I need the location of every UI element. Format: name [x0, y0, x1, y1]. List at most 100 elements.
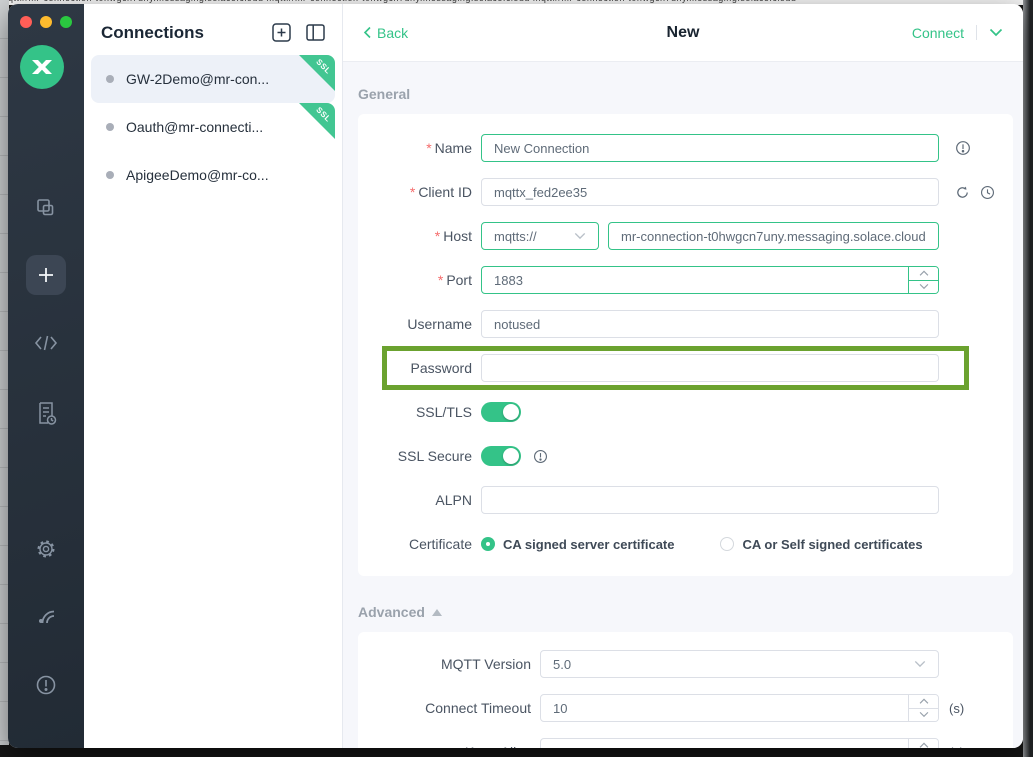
chevron-down-icon[interactable]	[989, 28, 1003, 37]
port-label: Port	[446, 272, 472, 288]
required-mark: *	[426, 140, 431, 156]
broadcast-icon[interactable]	[8, 604, 84, 628]
keep-alive-unit: (s)	[949, 745, 964, 749]
connections-icon[interactable]	[8, 196, 84, 220]
host-label: Host	[443, 228, 472, 244]
refresh-icon[interactable]	[955, 185, 970, 200]
name-row: *Name	[372, 126, 999, 170]
connect-timeout-input[interactable]	[540, 694, 939, 722]
name-label: Name	[435, 140, 472, 156]
port-input[interactable]	[481, 266, 939, 294]
collapse-panel-icon[interactable]	[305, 22, 326, 43]
radio-ca-signed[interactable]: CA signed server certificate	[481, 537, 674, 552]
chevron-up-icon	[919, 698, 929, 705]
mqttx-logo-icon	[29, 54, 55, 80]
host-input[interactable]	[608, 222, 939, 250]
connections-title: Connections	[101, 23, 271, 43]
port-increment-button[interactable]	[909, 267, 938, 280]
connect-timeout-increment-button[interactable]	[909, 695, 938, 708]
general-card: *Name *Client ID	[358, 114, 1013, 576]
client-id-label: Client ID	[418, 184, 472, 200]
radio-unselected-icon	[720, 537, 734, 551]
background-right-edge	[1023, 0, 1033, 757]
connection-item-apigeedemo[interactable]: ApigeeDemo@mr-co...	[91, 151, 335, 199]
keep-alive-row: Keep Alive	[372, 730, 999, 748]
port-decrement-button[interactable]	[909, 280, 938, 294]
main-panel: New Back Connect General	[343, 4, 1023, 748]
connection-name: Oauth@mr-connecti...	[126, 119, 263, 135]
radio-selected-icon	[481, 537, 495, 551]
port-row: *Port	[372, 258, 999, 302]
ssl-tls-toggle[interactable]	[481, 402, 521, 422]
connection-name: GW-2Demo@mr-con...	[126, 71, 269, 87]
back-button[interactable]: Back	[363, 25, 408, 41]
info-icon[interactable]	[955, 140, 971, 156]
client-id-input[interactable]	[481, 178, 939, 206]
ssl-secure-label: SSL Secure	[398, 448, 472, 464]
host-row: *Host mqtts://	[372, 214, 999, 258]
log-icon[interactable]	[8, 400, 84, 426]
alpn-row: ALPN	[372, 478, 999, 522]
chevron-down-icon	[919, 283, 929, 290]
keep-alive-label: Keep Alive	[465, 744, 531, 748]
connection-item-gw2demo[interactable]: GW-2Demo@mr-con... SSL	[91, 55, 335, 103]
form-header: New Back Connect	[343, 4, 1023, 62]
connect-timeout-row: Connect Timeout	[372, 686, 999, 730]
new-connection-button[interactable]	[26, 255, 66, 295]
history-clock-icon[interactable]	[980, 185, 995, 200]
connection-item-oauth[interactable]: Oauth@mr-connecti... SSL	[91, 103, 335, 151]
username-input[interactable]	[481, 310, 939, 338]
minimize-window-button[interactable]	[40, 16, 52, 28]
required-mark: *	[435, 228, 440, 244]
connections-panel: Connections GW-2Demo@mr-con... SSL	[84, 4, 343, 748]
radio-ca-signed-label: CA signed server certificate	[503, 537, 674, 552]
advanced-section-label[interactable]: Advanced	[358, 604, 1013, 620]
settings-gear-icon[interactable]	[8, 537, 84, 561]
username-label: Username	[407, 316, 472, 332]
radio-self-signed[interactable]: CA or Self signed certificates	[720, 537, 922, 552]
certificate-label: Certificate	[409, 536, 472, 552]
maximize-window-button[interactable]	[60, 16, 72, 28]
about-info-icon[interactable]	[8, 673, 84, 697]
traffic-lights	[20, 16, 72, 28]
close-window-button[interactable]	[20, 16, 32, 28]
general-section-label: General	[358, 86, 1013, 102]
chevron-down-icon	[914, 660, 926, 668]
connection-status-dot	[106, 171, 114, 179]
chevron-down-icon	[919, 711, 929, 718]
host-protocol-value: mqtts://	[494, 229, 574, 244]
required-mark: *	[438, 272, 443, 288]
screen: mqtt://mr-connection-t0hwgcn7uny.messagi…	[0, 0, 1033, 757]
mqtt-version-value: 5.0	[553, 657, 914, 672]
header-divider	[976, 25, 977, 40]
mqtt-version-select[interactable]: 5.0	[540, 650, 939, 678]
password-label: Password	[411, 360, 472, 376]
info-icon[interactable]	[533, 449, 548, 464]
password-input[interactable]	[481, 354, 939, 382]
chevron-down-icon	[574, 232, 586, 240]
host-protocol-select[interactable]: mqtts://	[481, 222, 599, 250]
script-icon[interactable]	[8, 332, 84, 354]
keep-alive-increment-button[interactable]	[909, 739, 938, 748]
chevron-up-icon	[919, 270, 929, 277]
username-row: Username	[372, 302, 999, 346]
connect-button[interactable]: Connect	[912, 25, 964, 41]
required-mark: *	[410, 184, 415, 200]
add-connection-icon[interactable]	[271, 22, 292, 43]
chevron-left-icon	[363, 26, 372, 39]
ssl-tls-row: SSL/TLS	[372, 390, 999, 434]
ssl-secure-toggle[interactable]	[481, 446, 521, 466]
connection-name: ApigeeDemo@mr-co...	[126, 167, 269, 183]
collapse-triangle-icon	[432, 609, 442, 616]
connect-timeout-decrement-button[interactable]	[909, 708, 938, 722]
connect-timeout-label: Connect Timeout	[425, 700, 531, 716]
background-url-text: mqtt://mr-connection-t0hwgcn7uny.messagi…	[0, 0, 1023, 3]
ssl-secure-row: SSL Secure	[372, 434, 999, 478]
form-body: General *Name *Client ID	[343, 62, 1023, 748]
keep-alive-input[interactable]	[540, 738, 939, 748]
name-input[interactable]	[481, 134, 939, 162]
advanced-card: MQTT Version 5.0 Connect Ti	[358, 632, 1013, 748]
back-label: Back	[377, 25, 408, 41]
password-row: Password	[372, 346, 999, 390]
alpn-input[interactable]	[481, 486, 939, 514]
